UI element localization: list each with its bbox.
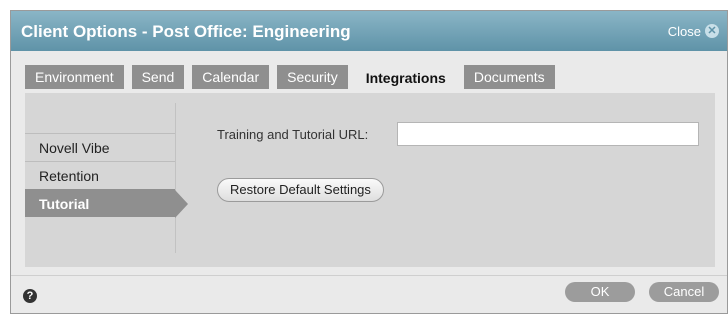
tab-calendar[interactable]: Calendar xyxy=(192,65,270,89)
close-button[interactable]: Close ✕ xyxy=(668,23,719,39)
close-icon: ✕ xyxy=(705,24,719,38)
tutorial-url-label: Training and Tutorial URL: xyxy=(217,127,369,142)
restore-default-settings-button[interactable]: Restore Default Settings xyxy=(217,178,384,202)
sidebar-item-retention[interactable]: Retention xyxy=(25,161,175,189)
ok-button[interactable]: OK xyxy=(565,282,635,302)
dialog-titlebar: Client Options - Post Office: Engineerin… xyxy=(11,11,727,51)
footer-divider xyxy=(11,275,727,276)
client-options-dialog: Client Options - Post Office: Engineerin… xyxy=(10,10,728,314)
sidebar-item-tutorial[interactable]: Tutorial xyxy=(25,189,188,218)
tab-environment[interactable]: Environment xyxy=(25,65,124,89)
cancel-button[interactable]: Cancel xyxy=(649,282,719,302)
tab-documents[interactable]: Documents xyxy=(463,65,555,89)
close-label: Close xyxy=(667,23,701,39)
tab-integrations[interactable]: Integrations xyxy=(355,65,456,93)
dialog-title: Client Options - Post Office: Engineerin… xyxy=(21,22,351,41)
help-icon[interactable]: ? xyxy=(23,289,37,303)
sidebar-item-novell-vibe[interactable]: Novell Vibe xyxy=(25,133,175,161)
tab-security[interactable]: Security xyxy=(277,65,348,89)
sidebar-divider xyxy=(175,103,176,253)
integrations-panel: Novell Vibe Retention Tutorial Training … xyxy=(25,93,715,267)
tab-bar: Environment Send Calendar Security Integ… xyxy=(25,65,555,93)
tab-send[interactable]: Send xyxy=(131,65,185,89)
tutorial-url-input[interactable] xyxy=(397,122,699,146)
